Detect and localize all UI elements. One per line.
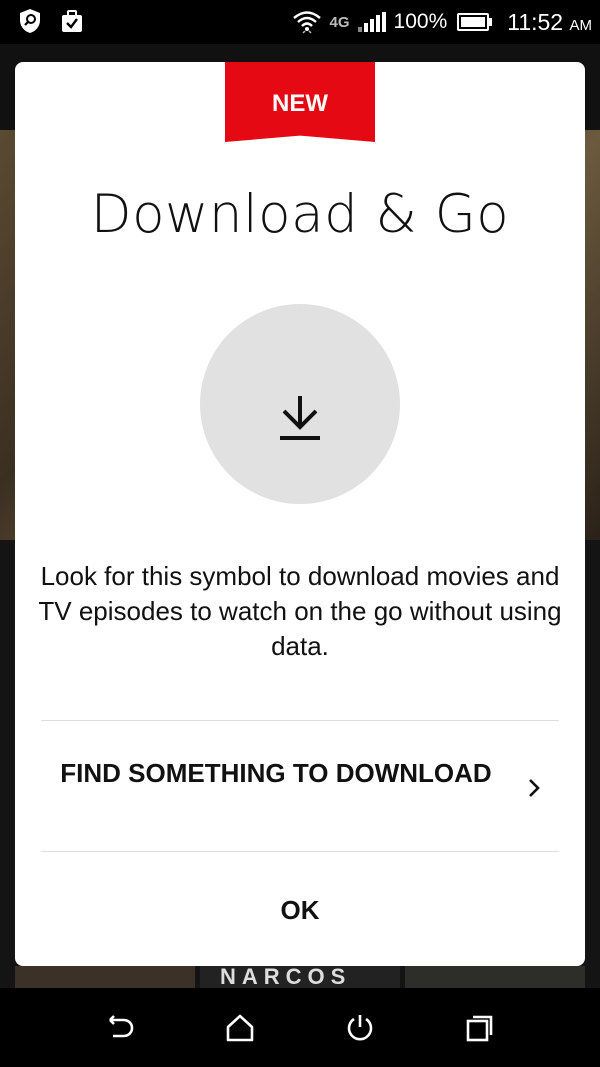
download-symbol	[200, 304, 400, 504]
home-icon[interactable]	[224, 1012, 256, 1044]
dialog-title: Download & Go	[90, 184, 510, 245]
dialog-message: Look for this symbol to download movies …	[38, 561, 562, 661]
power-icon[interactable]	[344, 1012, 376, 1044]
new-badge: NEW	[225, 62, 375, 142]
network-type: 4G	[329, 13, 350, 31]
status-bar: 4G 100% 11:52 AM	[0, 0, 600, 44]
briefcase-check-icon	[62, 10, 82, 32]
find-button-label: FIND SOMETHING TO DOWNLOAD	[60, 758, 492, 788]
ok-button[interactable]: OK	[41, 852, 559, 966]
download-icon	[280, 396, 320, 440]
clock-ampm: AM	[569, 16, 593, 34]
find-something-to-download-button[interactable]: FIND SOMETHING TO DOWNLOAD	[41, 721, 559, 851]
wifi-calling-icon	[292, 11, 321, 34]
signal-strength-icon	[357, 12, 386, 32]
battery-percent: 100%	[393, 10, 448, 33]
battery-icon	[457, 13, 493, 31]
background-thumbnail	[15, 966, 195, 988]
clock: 11:52 AM	[507, 9, 592, 36]
background-thumbnail-title: NARCOS	[220, 966, 352, 986]
screen: NARCOS 4G 100% 11:52 AM NEW Download & G…	[0, 0, 600, 1067]
back-icon[interactable]	[104, 1012, 136, 1044]
navigation-bar	[0, 988, 600, 1067]
shield-search-icon	[20, 9, 40, 33]
background-thumbnail	[405, 966, 585, 988]
recent-apps-icon[interactable]	[464, 1012, 496, 1044]
chevron-right-icon	[529, 779, 540, 797]
download-and-go-dialog: NEW Download & Go Look for this symbol t…	[15, 62, 585, 966]
clock-time: 11:52	[507, 8, 564, 35]
